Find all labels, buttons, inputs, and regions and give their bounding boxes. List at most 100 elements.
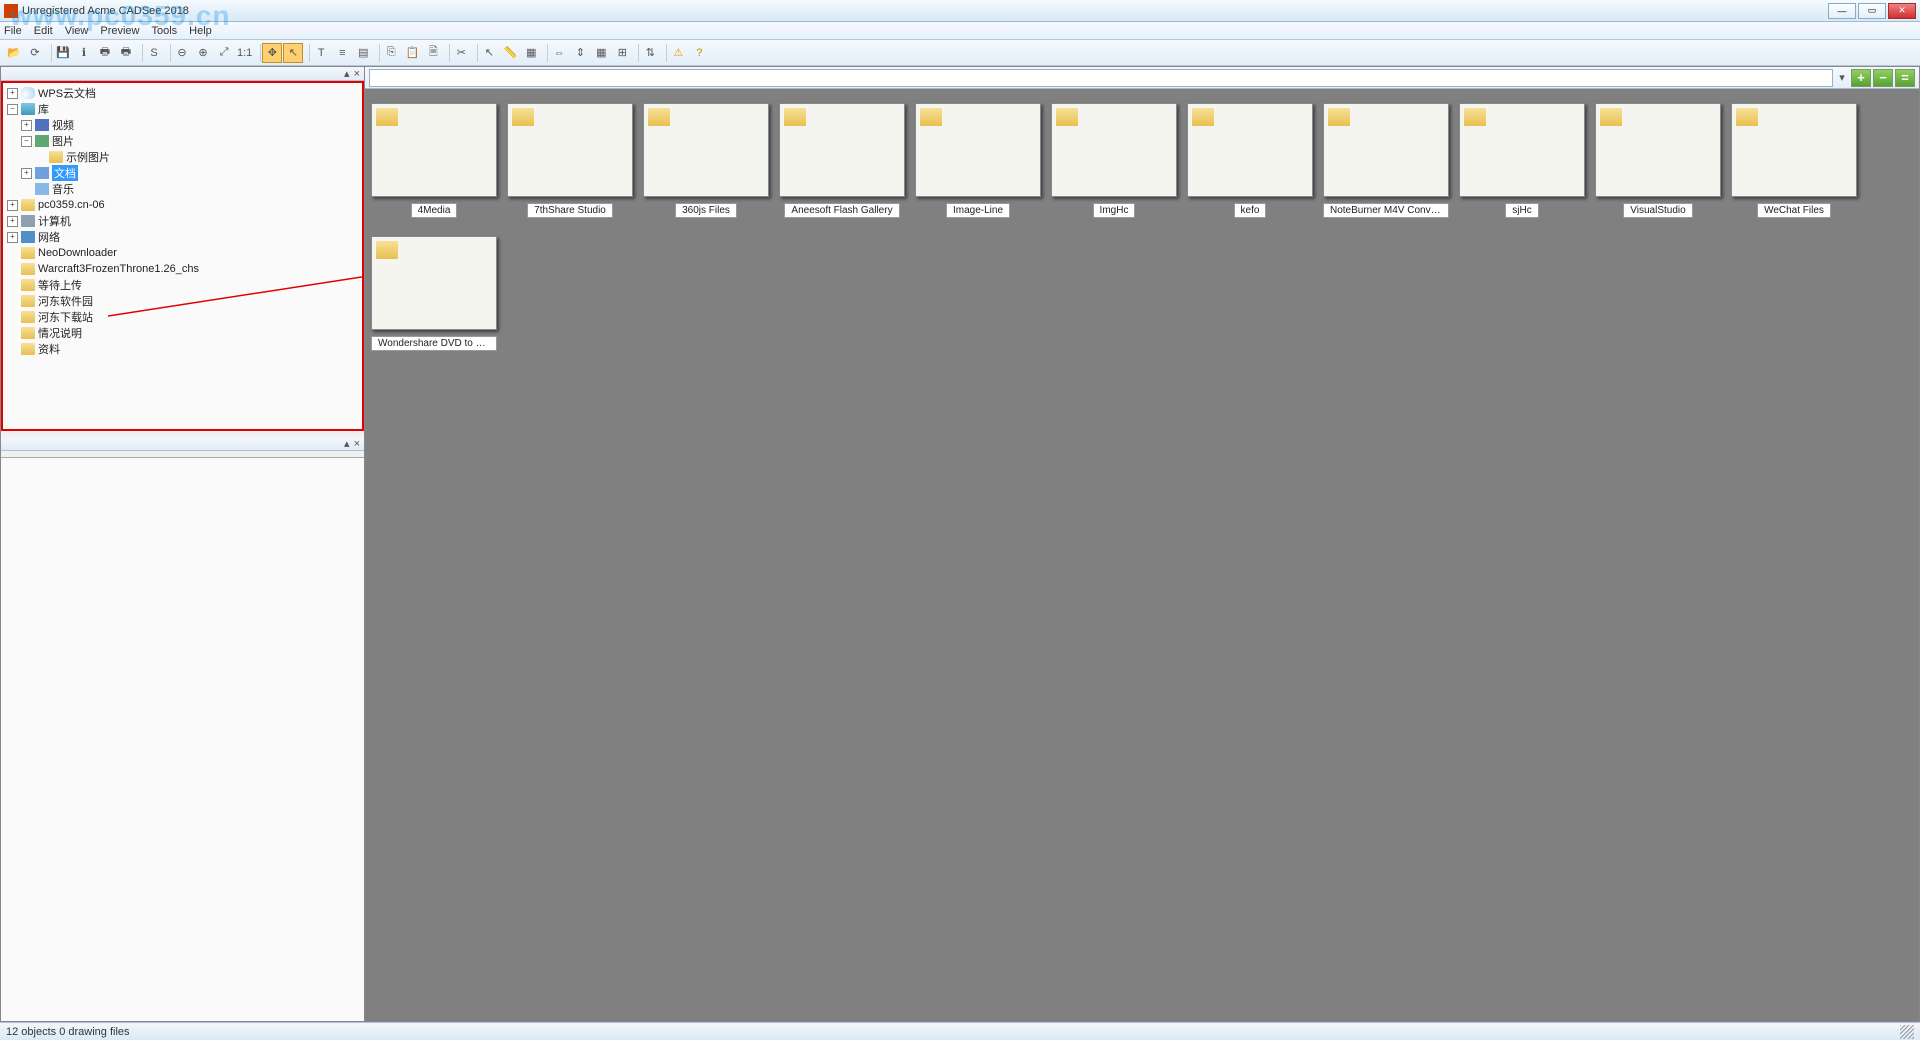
- open-icon[interactable]: 📂: [4, 43, 24, 63]
- folder-icon: [371, 236, 497, 330]
- tree-music[interactable]: 音乐: [7, 181, 358, 197]
- pointer-tool-icon[interactable]: ↖: [283, 43, 303, 63]
- tree-hdsoft[interactable]: 河东软件园: [7, 293, 358, 309]
- collapse-icon[interactable]: ▴: [344, 67, 350, 80]
- preview-panel: [1, 457, 364, 1021]
- folder-item[interactable]: Aneesoft Flash Gallery: [779, 103, 905, 218]
- collapse-icon[interactable]: ▴: [344, 437, 350, 450]
- tree-pc0359[interactable]: +pc0359.cn-06: [7, 197, 358, 213]
- tree-sample-pic[interactable]: 示例图片: [7, 149, 358, 165]
- separator: [255, 44, 261, 62]
- vspace-icon[interactable]: ⇕: [570, 43, 590, 63]
- sort-icon[interactable]: ⇅: [640, 43, 660, 63]
- zoom-in-button[interactable]: +: [1851, 69, 1871, 87]
- dropdown-icon[interactable]: ▾: [1835, 71, 1849, 84]
- folder-item[interactable]: WeChat Files: [1731, 103, 1857, 218]
- separator: [374, 44, 380, 62]
- zoom-in-icon[interactable]: ⊕: [193, 43, 213, 63]
- list-icon[interactable]: ≡: [332, 43, 352, 63]
- zoom-ratio[interactable]: 1:1: [235, 43, 254, 63]
- content-area: ▾ + − = 4Media 7thShare Studio 360js Fil…: [365, 67, 1919, 1021]
- titlebar: www.pc0359.cn Unregistered Acme CADSee 2…: [0, 0, 1920, 22]
- left-column: ▴ × +WPS云文档 −库 +视频 −图片 示例图片 +文档 音乐 +pc03…: [1, 67, 365, 1021]
- menu-view[interactable]: View: [65, 25, 89, 37]
- text-tool-icon[interactable]: T: [311, 43, 331, 63]
- cursor-icon[interactable]: ↖: [479, 43, 499, 63]
- path-bar: ▾ + − =: [365, 67, 1919, 89]
- pan-tool-icon[interactable]: ✥: [262, 43, 282, 63]
- warning-icon[interactable]: ⚠: [668, 43, 688, 63]
- arrange-icon[interactable]: ⊞: [612, 43, 632, 63]
- close-panel-icon[interactable]: ×: [354, 438, 360, 450]
- menu-preview[interactable]: Preview: [100, 25, 139, 37]
- folder-item[interactable]: ImgHc: [1051, 103, 1177, 218]
- folder-item[interactable]: kefo: [1187, 103, 1313, 218]
- copy-icon[interactable]: ⎘: [381, 43, 401, 63]
- folder-item[interactable]: Image-Line: [915, 103, 1041, 218]
- tree-video[interactable]: +视频: [7, 117, 358, 133]
- zoom-fit-icon[interactable]: ⤢: [214, 43, 234, 63]
- close-panel-icon[interactable]: ×: [354, 68, 360, 80]
- select-tool[interactable]: S: [144, 43, 164, 63]
- separator: [633, 44, 639, 62]
- folder-item[interactable]: sjHc: [1459, 103, 1585, 218]
- folder-icon: [1051, 103, 1177, 197]
- separator: [304, 44, 310, 62]
- path-input[interactable]: [369, 69, 1833, 87]
- folder-item[interactable]: 4Media: [371, 103, 497, 218]
- folder-item[interactable]: Wondershare DVD to Flash: [371, 236, 497, 351]
- folder-icon: [1731, 103, 1857, 197]
- separator: [542, 44, 548, 62]
- paste-icon[interactable]: 📋: [402, 43, 422, 63]
- minimize-button[interactable]: —: [1828, 3, 1856, 19]
- measure-icon[interactable]: 📏: [500, 43, 520, 63]
- folder-item[interactable]: 360js Files: [643, 103, 769, 218]
- maximize-button[interactable]: ▭: [1858, 3, 1886, 19]
- thumbnail-grid: 4Media 7thShare Studio 360js Files Anees…: [365, 89, 1919, 1021]
- tree-data[interactable]: 资料: [7, 341, 358, 357]
- folder-item[interactable]: VisualStudio: [1595, 103, 1721, 218]
- separator: [46, 44, 52, 62]
- zoom-out-button[interactable]: −: [1873, 69, 1893, 87]
- zoom-fit-button[interactable]: =: [1895, 69, 1915, 87]
- menu-file[interactable]: File: [4, 25, 22, 37]
- folder-icon: [371, 103, 497, 197]
- folder-tree[interactable]: +WPS云文档 −库 +视频 −图片 示例图片 +文档 音乐 +pc0359.c…: [3, 83, 362, 359]
- tree-situation[interactable]: 情况说明: [7, 325, 358, 341]
- menu-tools[interactable]: Tools: [151, 25, 177, 37]
- status-bar: 12 objects 0 drawing files: [0, 1022, 1920, 1040]
- refresh-icon[interactable]: ⟳: [25, 43, 45, 63]
- info-icon[interactable]: ℹ: [74, 43, 94, 63]
- cut-icon[interactable]: ✂: [451, 43, 471, 63]
- tile-icon[interactable]: ▦: [591, 43, 611, 63]
- folder-item[interactable]: 7thShare Studio: [507, 103, 633, 218]
- tree-hddl[interactable]: 河东下载站: [7, 309, 358, 325]
- menu-help[interactable]: Help: [189, 25, 212, 37]
- tree-library[interactable]: −库: [7, 101, 358, 117]
- help-icon[interactable]: ?: [689, 43, 709, 63]
- tree-warcraft[interactable]: Warcraft3FrozenThrone1.26_chs: [7, 261, 358, 277]
- layers-icon[interactable]: ▤: [353, 43, 373, 63]
- close-button[interactable]: ✕: [1888, 3, 1916, 19]
- tree-wps[interactable]: +WPS云文档: [7, 85, 358, 101]
- tree-computer[interactable]: +计算机: [7, 213, 358, 229]
- separator: [472, 44, 478, 62]
- menu-edit[interactable]: Edit: [34, 25, 53, 37]
- folder-item[interactable]: NoteBurner M4V Converter: [1323, 103, 1449, 218]
- folder-tree-panel: +WPS云文档 −库 +视频 −图片 示例图片 +文档 音乐 +pc0359.c…: [1, 81, 364, 431]
- grid-icon[interactable]: ▦: [521, 43, 541, 63]
- tree-pending[interactable]: 等待上传: [7, 277, 358, 293]
- tree-document[interactable]: +文档: [7, 165, 358, 181]
- separator: [165, 44, 171, 62]
- tree-picture[interactable]: −图片: [7, 133, 358, 149]
- hspace-icon[interactable]: ⇔: [549, 43, 569, 63]
- print-icon[interactable]: 🖶: [95, 43, 115, 63]
- print-preview-icon[interactable]: 🖶: [116, 43, 136, 63]
- save-icon[interactable]: 💾: [53, 43, 73, 63]
- zoom-out-icon[interactable]: ⊖: [172, 43, 192, 63]
- tree-neodl[interactable]: NeoDownloader: [7, 245, 358, 261]
- doc-icon[interactable]: 🗎: [423, 43, 443, 63]
- resize-grip[interactable]: [1900, 1025, 1914, 1039]
- main-area: ▴ × +WPS云文档 −库 +视频 −图片 示例图片 +文档 音乐 +pc03…: [0, 66, 1920, 1022]
- tree-network[interactable]: +网络: [7, 229, 358, 245]
